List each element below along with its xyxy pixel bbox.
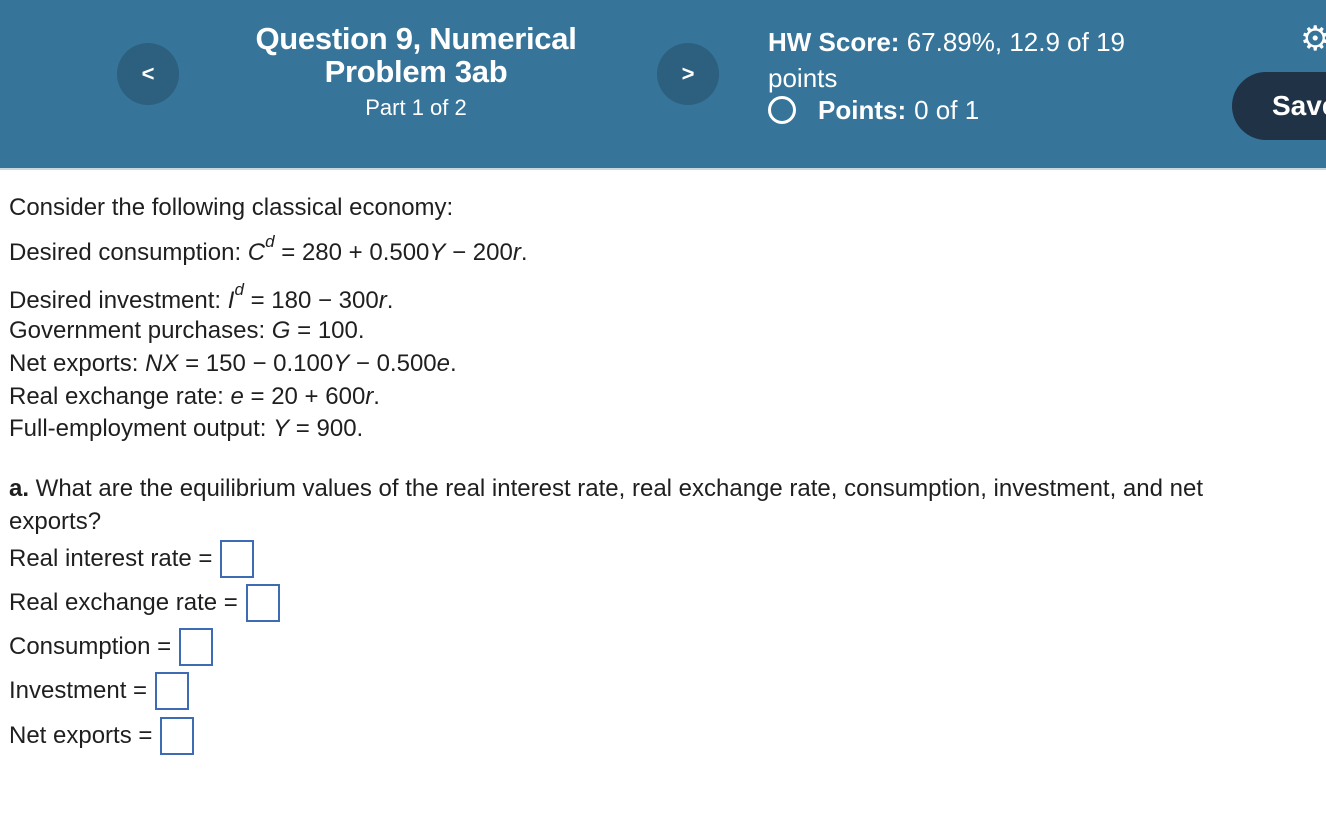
real-exchange-rate-equation: Real exchange rate: e = 20 + 600r.	[9, 383, 380, 410]
consumption-input[interactable]	[179, 628, 214, 666]
question-points: Points: 0 of 1	[768, 93, 979, 127]
chevron-right-icon: >	[681, 61, 695, 86]
points-label: Points:	[818, 94, 907, 125]
answer-label: Consumption =	[9, 633, 172, 660]
gear-icon[interactable]: ⚙	[1300, 22, 1326, 56]
real-interest-rate-input[interactable]	[220, 540, 255, 578]
answer-label: Real exchange rate =	[9, 589, 238, 616]
hw-score: HW Score: 67.89%, 12.9 of 19 points	[768, 24, 1188, 96]
answer-row-investment: Investment =	[9, 672, 190, 710]
real-exchange-rate-input[interactable]	[245, 584, 280, 622]
save-button[interactable]: Save	[1232, 72, 1326, 140]
hw-score-label: HW Score:	[768, 27, 900, 57]
points-value: 0 of 1	[914, 94, 980, 125]
problem-intro: Consider the following classical economy…	[9, 194, 454, 221]
question-prompt: a. What are the equilibrium values of th…	[9, 472, 1299, 538]
answer-row-consumption: Consumption =	[9, 628, 214, 666]
question-letter: a.	[9, 475, 30, 502]
answer-row-net-exports: Net exports =	[9, 717, 195, 755]
question-text: What are the equilibrium values of the r…	[9, 475, 1203, 535]
answer-label: Net exports =	[9, 722, 153, 749]
next-question-button[interactable]: >	[657, 43, 719, 105]
question-title: Question 9, Numerical Problem 3ab	[255, 21, 577, 89]
desired-investment-equation: Desired investment: Id = 180 − 300r.	[9, 280, 394, 314]
answer-label: Real interest rate =	[9, 545, 213, 572]
previous-question-button[interactable]: <	[117, 43, 179, 105]
desired-consumption-equation: Desired consumption: Cd = 280 + 0.500Y −…	[9, 232, 528, 266]
full-employment-output-equation: Full-employment output: Y = 900.	[9, 415, 364, 442]
answer-row-real-interest-rate: Real interest rate =	[9, 540, 255, 578]
chevron-left-icon: <	[141, 61, 155, 86]
net-exports-equation: Net exports: NX = 150 − 0.100Y − 0.500e.	[9, 350, 457, 377]
answer-label: Investment =	[9, 677, 148, 704]
investment-input[interactable]	[155, 672, 190, 710]
answer-row-real-exchange-rate: Real exchange rate =	[9, 584, 280, 622]
points-status-icon	[768, 96, 796, 124]
government-purchases-equation: Government purchases: G = 100.	[9, 317, 365, 344]
question-part: Part 1 of 2	[365, 95, 467, 120]
net-exports-input[interactable]	[160, 717, 195, 755]
question-header: < Question 9, Numerical Problem 3ab Part…	[0, 0, 1326, 170]
